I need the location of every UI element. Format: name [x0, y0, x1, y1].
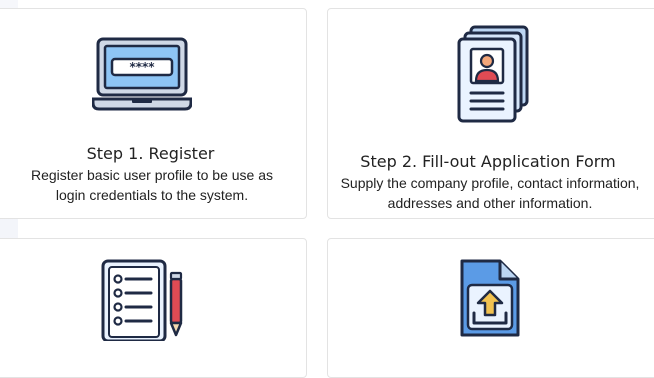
step-title: Step 2. Fill-out Application Form — [360, 152, 616, 171]
step-card-3 — [0, 238, 307, 378]
step-description: Register basic user profile to be use as… — [30, 167, 273, 203]
profile-documents-icon — [457, 25, 529, 123]
step-title: Step 1. Register — [86, 144, 215, 163]
checklist-pencil-icon — [101, 259, 183, 341]
file-upload-icon — [460, 259, 520, 337]
svg-text:****: **** — [129, 60, 155, 74]
laptop-password-icon: **** — [92, 37, 192, 111]
step-card-4 — [327, 238, 654, 378]
step-card-register: **** Step 1. Register Register basic use… — [0, 8, 307, 219]
step-description: Supply the company profile, contact info… — [340, 175, 640, 211]
step-card-application-form: Step 2. Fill-out Application Form Supply… — [327, 8, 654, 219]
